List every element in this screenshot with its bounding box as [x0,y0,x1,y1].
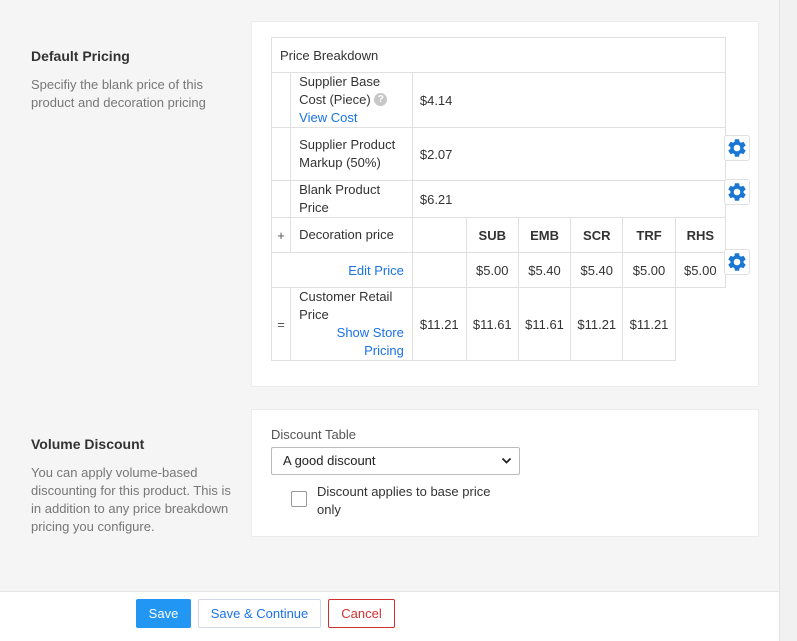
decoration-column-header: TRF [622,217,676,253]
retail-prefix: = [270,287,292,361]
discount-table-select[interactable]: A good discount [271,447,520,475]
view-cost-link[interactable]: View Cost [299,110,357,125]
discount-base-price-checkbox[interactable] [291,491,307,507]
customer-retail-row: = Customer Retail Price Show Store Prici… [270,287,726,361]
scrollbar[interactable] [779,0,797,641]
volume-discount-title: Volume Discount [31,436,145,452]
save-continue-button[interactable]: Save & Continue [198,599,321,628]
markup-settings-button[interactable] [724,135,750,161]
price-breakdown-card: Price Breakdown Supplier Base Cost (Piec… [251,21,759,387]
supplier-base-cost-value: $4.14 [411,72,727,128]
supplier-markup-value: $2.07 [411,127,727,181]
price-breakdown-title: Price Breakdown [271,37,726,73]
save-button[interactable]: Save [136,599,191,628]
table-row: Supplier Product Markup (50%) $2.07 [270,127,727,181]
chevron-down-icon [501,457,512,464]
decoration-price-cell: $5.00 [622,252,676,288]
decoration-column-header: SCR [570,217,624,253]
decoration-price-label: Decoration price [290,217,413,253]
decoration-price-cell: $5.40 [570,252,624,288]
gear-icon [728,183,746,201]
table-row: Blank Product Price $6.21 [270,180,727,218]
customer-retail-price-label: Customer Retail Price [299,289,393,322]
table-row: Supplier Base Cost (Piece) ? View Cost $… [270,72,727,128]
retail-price-cell: $11.21 [570,287,624,361]
volume-discount-card: Discount Table A good discount Discount … [251,409,759,537]
footer-actions: Save Save & Continue Cancel [0,591,779,641]
decoration-column-header: SUB [465,217,519,253]
supplier-base-cost-label: Supplier Base Cost (Piece) [299,74,381,107]
volume-discount-description: You can apply volume-based discounting f… [31,465,231,534]
retail-price-cell: $11.61 [465,287,519,361]
supplier-markup-label: Supplier Product Markup (50%) [290,127,413,181]
retail-price-cell: $11.61 [517,287,572,361]
decoration-prefix: + [270,217,292,253]
show-store-pricing-link[interactable]: Show Store Pricing [337,325,404,358]
edit-price-link[interactable]: Edit Price [348,263,404,278]
discount-base-price-label: Discount applies to base price only [317,484,491,517]
gear-icon [728,139,746,157]
decoration-price-cell: $5.00 [465,252,519,288]
default-pricing-description: Specifiy the blank price of this product… [31,77,206,110]
blank-product-price-value: $6.21 [411,180,727,218]
blank-product-price-label: Blank Product Price [290,180,413,218]
main-area: Default Pricing Specifiy the blank price… [0,0,779,591]
decoration-prices-row: Edit Price $5.00 $5.40 $5.40 $5.00 $5.00 [271,252,727,288]
decoration-header-row: + Decoration price SUB EMB SCR TRF RHS [270,217,727,253]
discount-table-selected: A good discount [283,453,376,468]
gear-icon [728,253,746,271]
blank-price-settings-button[interactable] [724,179,750,205]
discount-table-label: Discount Table [271,427,357,442]
price-breakdown-table: Price Breakdown Supplier Base Cost (Piec… [270,37,727,361]
decoration-settings-button[interactable] [724,249,750,275]
decoration-column-header: EMB [517,217,572,253]
decoration-price-cell: $5.00 [674,252,727,288]
question-circle-icon[interactable]: ? [374,93,388,107]
decoration-column-header: RHS [674,217,727,253]
retail-price-cell: $11.21 [622,287,676,361]
retail-price-cell: $11.21 [411,287,467,361]
cancel-button[interactable]: Cancel [328,599,395,628]
decoration-price-cell: $5.40 [517,252,572,288]
default-pricing-title: Default Pricing [31,48,130,64]
